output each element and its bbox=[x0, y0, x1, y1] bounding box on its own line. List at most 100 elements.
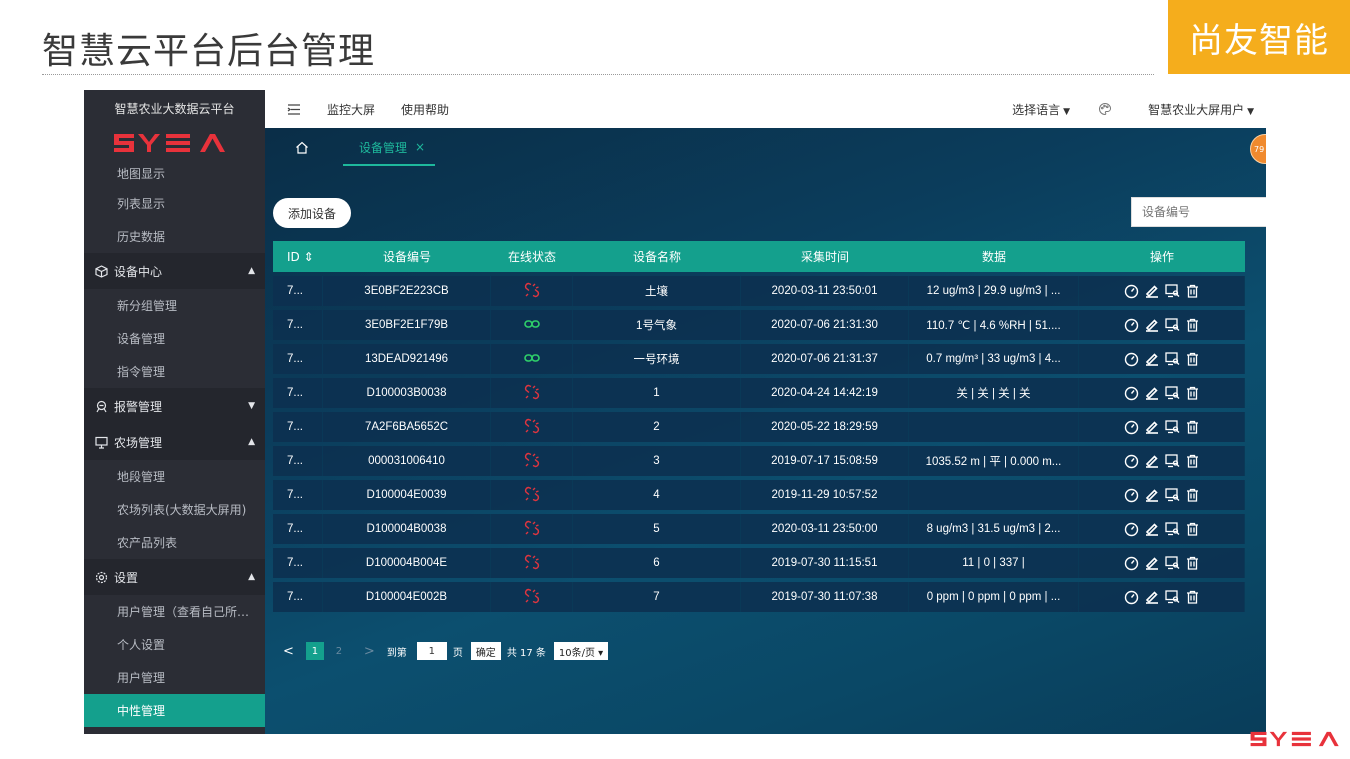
sidebar-item-command-mgmt[interactable]: 指令管理 bbox=[84, 355, 265, 388]
cell-id: 7... bbox=[273, 582, 323, 612]
page-size-select[interactable]: 10条/页 ▾ bbox=[553, 642, 609, 660]
delete-icon[interactable] bbox=[1186, 318, 1199, 332]
table-row[interactable]: 7... 7A2F6BA5652C 2 2020-05-22 18:29:59 bbox=[273, 412, 1245, 442]
close-icon[interactable]: × bbox=[415, 140, 425, 154]
sidebar-group-alarm[interactable]: 报警管理 ▼ bbox=[84, 388, 265, 424]
delete-icon[interactable] bbox=[1186, 420, 1199, 434]
sidebar-item-group-mgmt[interactable]: 新分组管理 bbox=[84, 289, 265, 322]
gauge-icon[interactable] bbox=[1124, 386, 1139, 401]
gauge-icon[interactable] bbox=[1124, 420, 1139, 435]
table-row[interactable]: 7... 3E0BF2E223CB 土壤 2020-03-11 23:50:01 12 … bbox=[273, 276, 1245, 306]
page-1-button[interactable]: 1 bbox=[305, 642, 324, 660]
delete-icon[interactable] bbox=[1186, 522, 1199, 536]
gauge-icon[interactable] bbox=[1124, 522, 1139, 537]
edit-icon[interactable] bbox=[1145, 522, 1159, 536]
edit-icon[interactable] bbox=[1145, 454, 1159, 468]
gauge-icon[interactable] bbox=[1124, 488, 1139, 503]
sidebar-item-personal-settings[interactable]: 个人设置 bbox=[84, 628, 265, 661]
menu-toggle-icon[interactable] bbox=[287, 103, 303, 115]
gauge-icon[interactable] bbox=[1124, 590, 1139, 605]
page-2-button[interactable]: 2 bbox=[330, 642, 348, 660]
sidebar-group-settings[interactable]: 设置 ▲ bbox=[84, 559, 265, 595]
col-header-id[interactable]: ID ⇕ bbox=[273, 241, 323, 272]
goto-page-input[interactable]: 1 bbox=[416, 642, 447, 660]
table-row[interactable]: 7... D100004E002B 7 2019-07-30 11:07:38 0 pp… bbox=[273, 582, 1245, 612]
gauge-icon[interactable] bbox=[1124, 284, 1139, 299]
cell-id: 7... bbox=[273, 446, 323, 476]
edit-icon[interactable] bbox=[1145, 352, 1159, 366]
sidebar-item-product-list[interactable]: 农产品列表 bbox=[84, 526, 265, 559]
sidebar-item-neutral-mgmt[interactable]: 中性管理 bbox=[84, 694, 265, 727]
table-row[interactable]: 7... D100004B004E 6 2019-07-30 11:15:51 11 |… bbox=[273, 548, 1245, 578]
search-input[interactable] bbox=[1131, 197, 1266, 227]
language-select[interactable]: 选择语言 ▼ bbox=[1012, 101, 1070, 118]
table-row[interactable]: 7... 000031006410 3 2019-07-17 15:08:59 1035… bbox=[273, 446, 1245, 476]
nav-help[interactable]: 使用帮助 bbox=[401, 101, 449, 118]
cell-data: 0 ppm | 0 ppm | 0 ppm | ... bbox=[909, 582, 1079, 612]
sidebar-group-farm[interactable]: 农场管理 ▲ bbox=[84, 424, 265, 460]
table-row[interactable]: 7... 13DEAD921496 一号环境 2020-07-06 21:31:37 0… bbox=[273, 344, 1245, 374]
home-icon[interactable] bbox=[295, 141, 323, 154]
prev-page-button[interactable]: < bbox=[283, 644, 294, 659]
user-menu[interactable]: 智慧农业大屏用户 ▼ bbox=[1148, 101, 1254, 118]
table-row[interactable]: 7... D100004B0038 5 2020-03-11 23:50:00 8 ug… bbox=[273, 514, 1245, 544]
delete-icon[interactable] bbox=[1186, 488, 1199, 502]
monitor-search-icon[interactable] bbox=[1165, 488, 1180, 502]
monitor-search-icon[interactable] bbox=[1165, 420, 1180, 434]
cell-device-code: 3E0BF2E1F79B bbox=[323, 310, 491, 340]
gauge-icon[interactable] bbox=[1124, 556, 1139, 571]
edit-icon[interactable] bbox=[1145, 386, 1159, 400]
gauge-icon[interactable] bbox=[1124, 352, 1139, 367]
gauge-icon[interactable] bbox=[1124, 454, 1139, 469]
delete-icon[interactable] bbox=[1186, 352, 1199, 366]
tab-device-mgmt[interactable]: 设备管理 × bbox=[342, 128, 436, 166]
next-page-button[interactable]: > bbox=[364, 644, 375, 659]
presentation-slide: 智慧云平台后台管理 尚友智能 智慧农业大数据云平台 地图显示 列表显示 历史数据… bbox=[0, 0, 1350, 759]
table-row[interactable]: 7... D100004E0039 4 2019-11-29 10:57:52 bbox=[273, 480, 1245, 510]
caret-up-icon: ▲ bbox=[248, 266, 255, 276]
confirm-button[interactable]: 确定 bbox=[470, 642, 501, 660]
monitor-search-icon[interactable] bbox=[1165, 590, 1180, 604]
sort-icon[interactable]: ⇕ bbox=[304, 250, 314, 264]
palette-icon[interactable] bbox=[1098, 102, 1112, 116]
table-row[interactable]: 7... 3E0BF2E1F79B 1号气象 2020-07-06 21:31:30 1… bbox=[273, 310, 1245, 340]
sidebar-item-user-mgmt-own[interactable]: 用户管理（查看自己所… bbox=[84, 595, 265, 628]
cell-actions bbox=[1079, 344, 1245, 374]
sidebar-group-device[interactable]: 设备中心 ▲ bbox=[84, 253, 265, 289]
monitor-search-icon[interactable] bbox=[1165, 454, 1180, 468]
edit-icon[interactable] bbox=[1145, 488, 1159, 502]
delete-icon[interactable] bbox=[1186, 284, 1199, 298]
nav-monitor-screen[interactable]: 监控大屏 bbox=[327, 101, 375, 118]
monitor-search-icon[interactable] bbox=[1165, 556, 1180, 570]
sidebar-item-user-mgmt[interactable]: 用户管理 bbox=[84, 661, 265, 694]
sidebar-item-device-mgmt[interactable]: 设备管理 bbox=[84, 322, 265, 355]
notification-badge[interactable]: 79 bbox=[1250, 134, 1266, 164]
table-row[interactable]: 7... D100003B0038 1 2020-04-24 14:42:19 关 | … bbox=[273, 378, 1245, 408]
monitor-search-icon[interactable] bbox=[1165, 386, 1180, 400]
sidebar-item-list[interactable]: 列表显示 bbox=[84, 187, 265, 220]
monitor-search-icon[interactable] bbox=[1165, 318, 1180, 332]
cell-data bbox=[909, 412, 1079, 442]
table-body: 7... 3E0BF2E223CB 土壤 2020-03-11 23:50:01 12 … bbox=[273, 276, 1245, 612]
sidebar-item-farm-list[interactable]: 农场列表(大数据大屏用) bbox=[84, 493, 265, 526]
edit-icon[interactable] bbox=[1145, 556, 1159, 570]
edit-icon[interactable] bbox=[1145, 284, 1159, 298]
edit-icon[interactable] bbox=[1145, 318, 1159, 332]
sidebar-item-map[interactable]: 地图显示 bbox=[84, 159, 265, 187]
monitor-search-icon[interactable] bbox=[1165, 284, 1180, 298]
delete-icon[interactable] bbox=[1186, 590, 1199, 604]
gauge-icon[interactable] bbox=[1124, 318, 1139, 333]
link-broken-icon bbox=[524, 588, 540, 604]
delete-icon[interactable] bbox=[1186, 556, 1199, 570]
edit-icon[interactable] bbox=[1145, 590, 1159, 604]
cell-device-name: 4 bbox=[573, 480, 741, 510]
add-device-button[interactable]: 添加设备 bbox=[273, 198, 351, 228]
monitor-search-icon[interactable] bbox=[1165, 352, 1180, 366]
delete-icon[interactable] bbox=[1186, 386, 1199, 400]
sidebar-item-plot-mgmt[interactable]: 地段管理 bbox=[84, 460, 265, 493]
col-header-data: 数据 bbox=[909, 241, 1079, 272]
sidebar-item-history[interactable]: 历史数据 bbox=[84, 220, 265, 253]
monitor-search-icon[interactable] bbox=[1165, 522, 1180, 536]
edit-icon[interactable] bbox=[1145, 420, 1159, 434]
delete-icon[interactable] bbox=[1186, 454, 1199, 468]
